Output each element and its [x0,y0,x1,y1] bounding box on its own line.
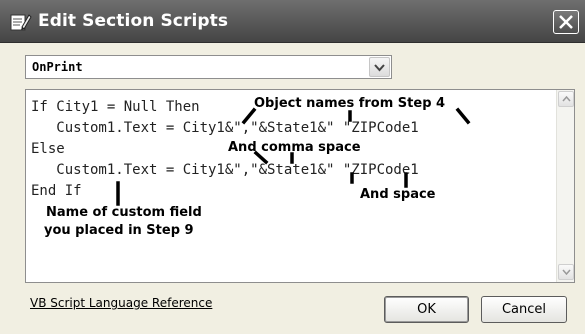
annotation-comma-space: And comma space [228,140,361,155]
annotation-pointers [116,107,471,206]
annotation-object-names: Object names from Step 4 [254,96,446,111]
vb-script-reference-link[interactable]: VB Script Language Reference [30,296,212,310]
ok-button[interactable]: OK [384,296,469,323]
annotation-and-space: And space [360,187,436,202]
edit-section-scripts-dialog: Edit Section Scripts OnPrint If City1 = … [0,0,585,334]
annotation-custom-field-line1: Name of custom field [46,205,202,220]
cancel-button[interactable]: Cancel [481,296,567,323]
annotation-custom-field-line2: you placed in Step 9 [44,223,194,238]
